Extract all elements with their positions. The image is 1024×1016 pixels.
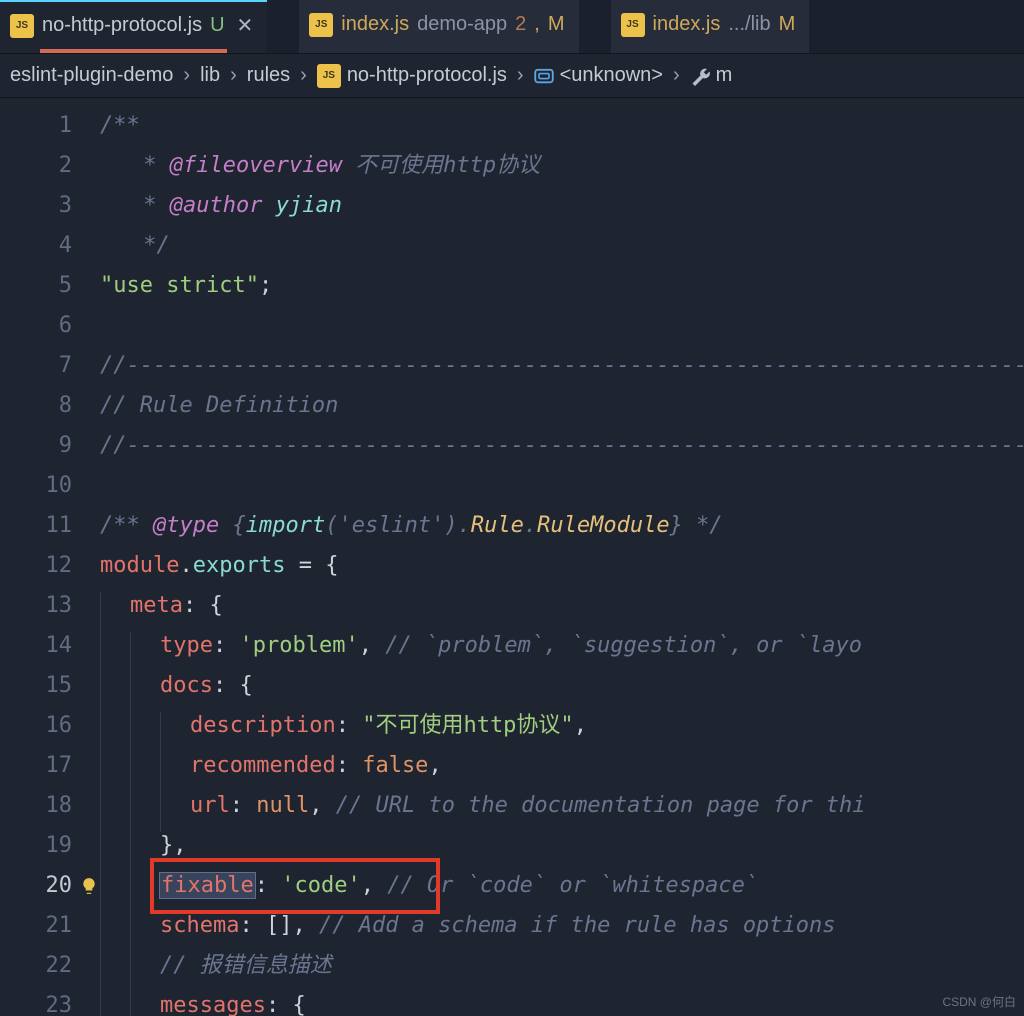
crumb-folder[interactable]: lib [200,64,220,87]
close-icon[interactable]: ✕ [237,13,254,38]
line-number: 2 [0,146,100,186]
line-number: 10 [0,466,100,506]
chevron-right-icon: › [294,64,313,87]
line-number: 22 [0,946,100,986]
line-number: 9 [0,426,100,466]
js-file-icon: JS [317,64,341,88]
line-number: 23 [0,986,100,1016]
line-number: 17 [0,746,100,786]
line-number: 4 [0,226,100,266]
chevron-right-icon: › [667,64,686,87]
line-number: 19 [0,826,100,866]
line-number: 20 [0,866,100,906]
vcs-status-badge: M [779,13,796,36]
line-number: 21 [0,906,100,946]
code-editor[interactable]: 1234567891011121314151617181920212223 /*… [0,98,1024,1016]
line-number: 5 [0,266,100,306]
line-number: 3 [0,186,100,226]
vcs-status-badge: U [210,14,224,37]
line-number: 1 [0,106,100,146]
problem-count-badge: 2 [515,13,526,36]
chevron-right-icon: › [511,64,530,87]
wrench-icon [690,66,710,86]
crumb-file[interactable]: JS no-http-protocol.js [317,64,507,88]
line-number: 11 [0,506,100,546]
tab-index-demo-app[interactable]: JS index.js demo-app 2, M [299,0,578,53]
editor-tabs: JS no-http-protocol.js U ✕ JS index.js d… [0,0,1024,54]
tab-dir: .../lib [728,13,770,36]
crumb-symbol-tail[interactable]: m [690,64,733,87]
crumb-folder[interactable]: rules [247,64,290,87]
js-file-icon: JS [621,13,645,37]
tab-filename: index.js [653,13,721,36]
code-token: /** [100,113,140,138]
tab-dir: demo-app [417,13,507,36]
line-number: 7 [0,346,100,386]
tab-filename: index.js [341,13,409,36]
line-number: 13 [0,586,100,626]
line-number: 6 [0,306,100,346]
symbol-namespace-icon [534,66,554,86]
vcs-status-badge: M [548,13,565,36]
tab-filename: no-http-protocol.js [42,14,202,37]
breadcrumb: eslint-plugin-demo › lib › rules › JS no… [0,54,1024,98]
line-number: 14 [0,626,100,666]
watermark: CSDN @何白 [942,993,1016,1010]
tab-no-http-protocol[interactable]: JS no-http-protocol.js U ✕ [0,0,267,53]
js-file-icon: JS [10,14,34,38]
line-number-gutter: 1234567891011121314151617181920212223 [0,98,100,1016]
crumb-symbol[interactable]: <unknown> [534,64,663,87]
tab-index-lib[interactable]: JS index.js .../lib M [611,0,810,53]
line-number: 16 [0,706,100,746]
lightbulb-icon[interactable] [80,877,98,895]
chevron-right-icon: › [224,64,243,87]
code-area[interactable]: /** * @fileoverview 不可使用http协议 * @author… [100,98,1024,1016]
chevron-right-icon: › [177,64,196,87]
js-file-icon: JS [309,13,333,37]
crumb-folder[interactable]: eslint-plugin-demo [10,64,173,87]
line-number: 15 [0,666,100,706]
line-number: 12 [0,546,100,586]
line-number: 18 [0,786,100,826]
line-number: 8 [0,386,100,426]
